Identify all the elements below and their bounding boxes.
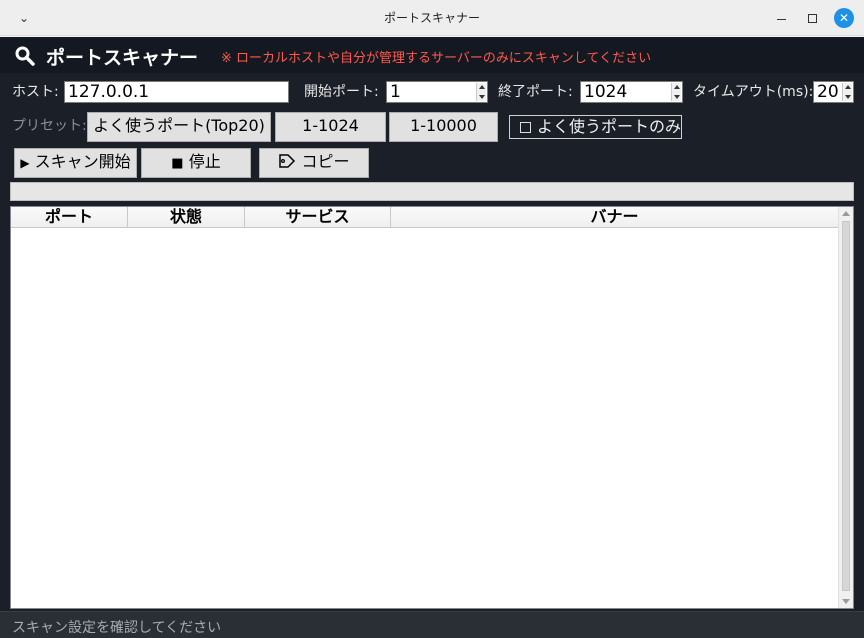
start-port-label: 開始ポート: xyxy=(304,84,379,100)
column-header-banner[interactable]: バナー xyxy=(391,207,839,228)
table-header: ポート 状態 サービス バナー xyxy=(11,207,839,228)
start-scan-label: スキャン開始 xyxy=(34,152,131,171)
checkbox-icon[interactable] xyxy=(520,122,531,133)
status-text: スキャン設定を確認してください xyxy=(12,620,222,636)
window-titlebar: ⌄ ポートスキャナー ✕ xyxy=(0,0,864,36)
end-port-stepper[interactable]: 1024 xyxy=(580,81,683,103)
app-body: ポートスキャナー ※ ローカルホストや自分が管理するサーバーのみにスキャンしてく… xyxy=(0,37,864,638)
status-bar: スキャン設定を確認してください xyxy=(0,611,864,638)
scroll-down-icon[interactable] xyxy=(842,599,850,604)
scroll-up-icon[interactable] xyxy=(842,211,850,216)
page-title: ポートスキャナー xyxy=(46,47,199,69)
start-scan-button[interactable]: ▶ スキャン開始 xyxy=(14,148,137,178)
maximize-button[interactable] xyxy=(802,8,822,28)
search-icon xyxy=(15,46,35,66)
host-input[interactable]: 127.0.0.1 xyxy=(64,81,289,103)
start-port-value: 1 xyxy=(390,82,401,102)
host-label: ホスト: xyxy=(12,84,59,100)
warning-text: ※ ローカルホストや自分が管理するサーバーのみにスキャンしてください xyxy=(221,51,652,66)
tag-icon xyxy=(279,154,296,168)
results-table[interactable]: ポート 状態 サービス バナー xyxy=(10,206,854,609)
close-button[interactable]: ✕ xyxy=(834,8,854,28)
common-ports-only-label: よく使うポートのみ xyxy=(537,117,682,136)
timeout-label: タイムアウト(ms): xyxy=(693,84,814,100)
minimize-button[interactable] xyxy=(772,8,792,28)
column-header-port[interactable]: ポート xyxy=(11,207,128,228)
copy-button[interactable]: コピー xyxy=(259,148,369,178)
preset-1-10000-button[interactable]: 1-10000 xyxy=(389,112,498,142)
timeout-value: 20 xyxy=(817,82,839,102)
scroll-thumb[interactable] xyxy=(842,221,850,591)
start-port-stepper[interactable]: 1 xyxy=(386,81,488,103)
preset-top20-button[interactable]: よく使うポート(Top20) xyxy=(87,112,271,142)
copy-label: コピー xyxy=(301,152,350,171)
timeout-stepper[interactable]: 20 xyxy=(813,81,854,103)
column-header-service[interactable]: サービス xyxy=(245,207,391,228)
spin-arrows-icon[interactable] xyxy=(671,83,681,101)
end-port-value: 1024 xyxy=(584,82,628,102)
column-header-state[interactable]: 状態 xyxy=(128,207,245,228)
scan-progress-bar xyxy=(10,182,854,201)
stop-icon: ■ xyxy=(171,156,184,171)
table-scrollbar[interactable] xyxy=(838,207,853,608)
play-icon: ▶ xyxy=(20,156,30,170)
preset-1-1024-button[interactable]: 1-1024 xyxy=(275,112,386,142)
window-title: ポートスキャナー xyxy=(383,11,480,25)
stop-button[interactable]: ■ 停止 xyxy=(141,148,251,178)
common-ports-only-checkbox[interactable]: よく使うポートのみ xyxy=(509,115,682,139)
spin-arrows-icon[interactable] xyxy=(842,83,852,101)
end-port-label: 終了ポート: xyxy=(498,84,573,100)
app-header: ポートスキャナー ※ ローカルホストや自分が管理するサーバーのみにスキャンしてく… xyxy=(0,37,864,73)
stop-label: 停止 xyxy=(188,152,221,171)
spin-arrows-icon[interactable] xyxy=(476,83,486,101)
preset-label: プリセット: xyxy=(12,118,87,134)
